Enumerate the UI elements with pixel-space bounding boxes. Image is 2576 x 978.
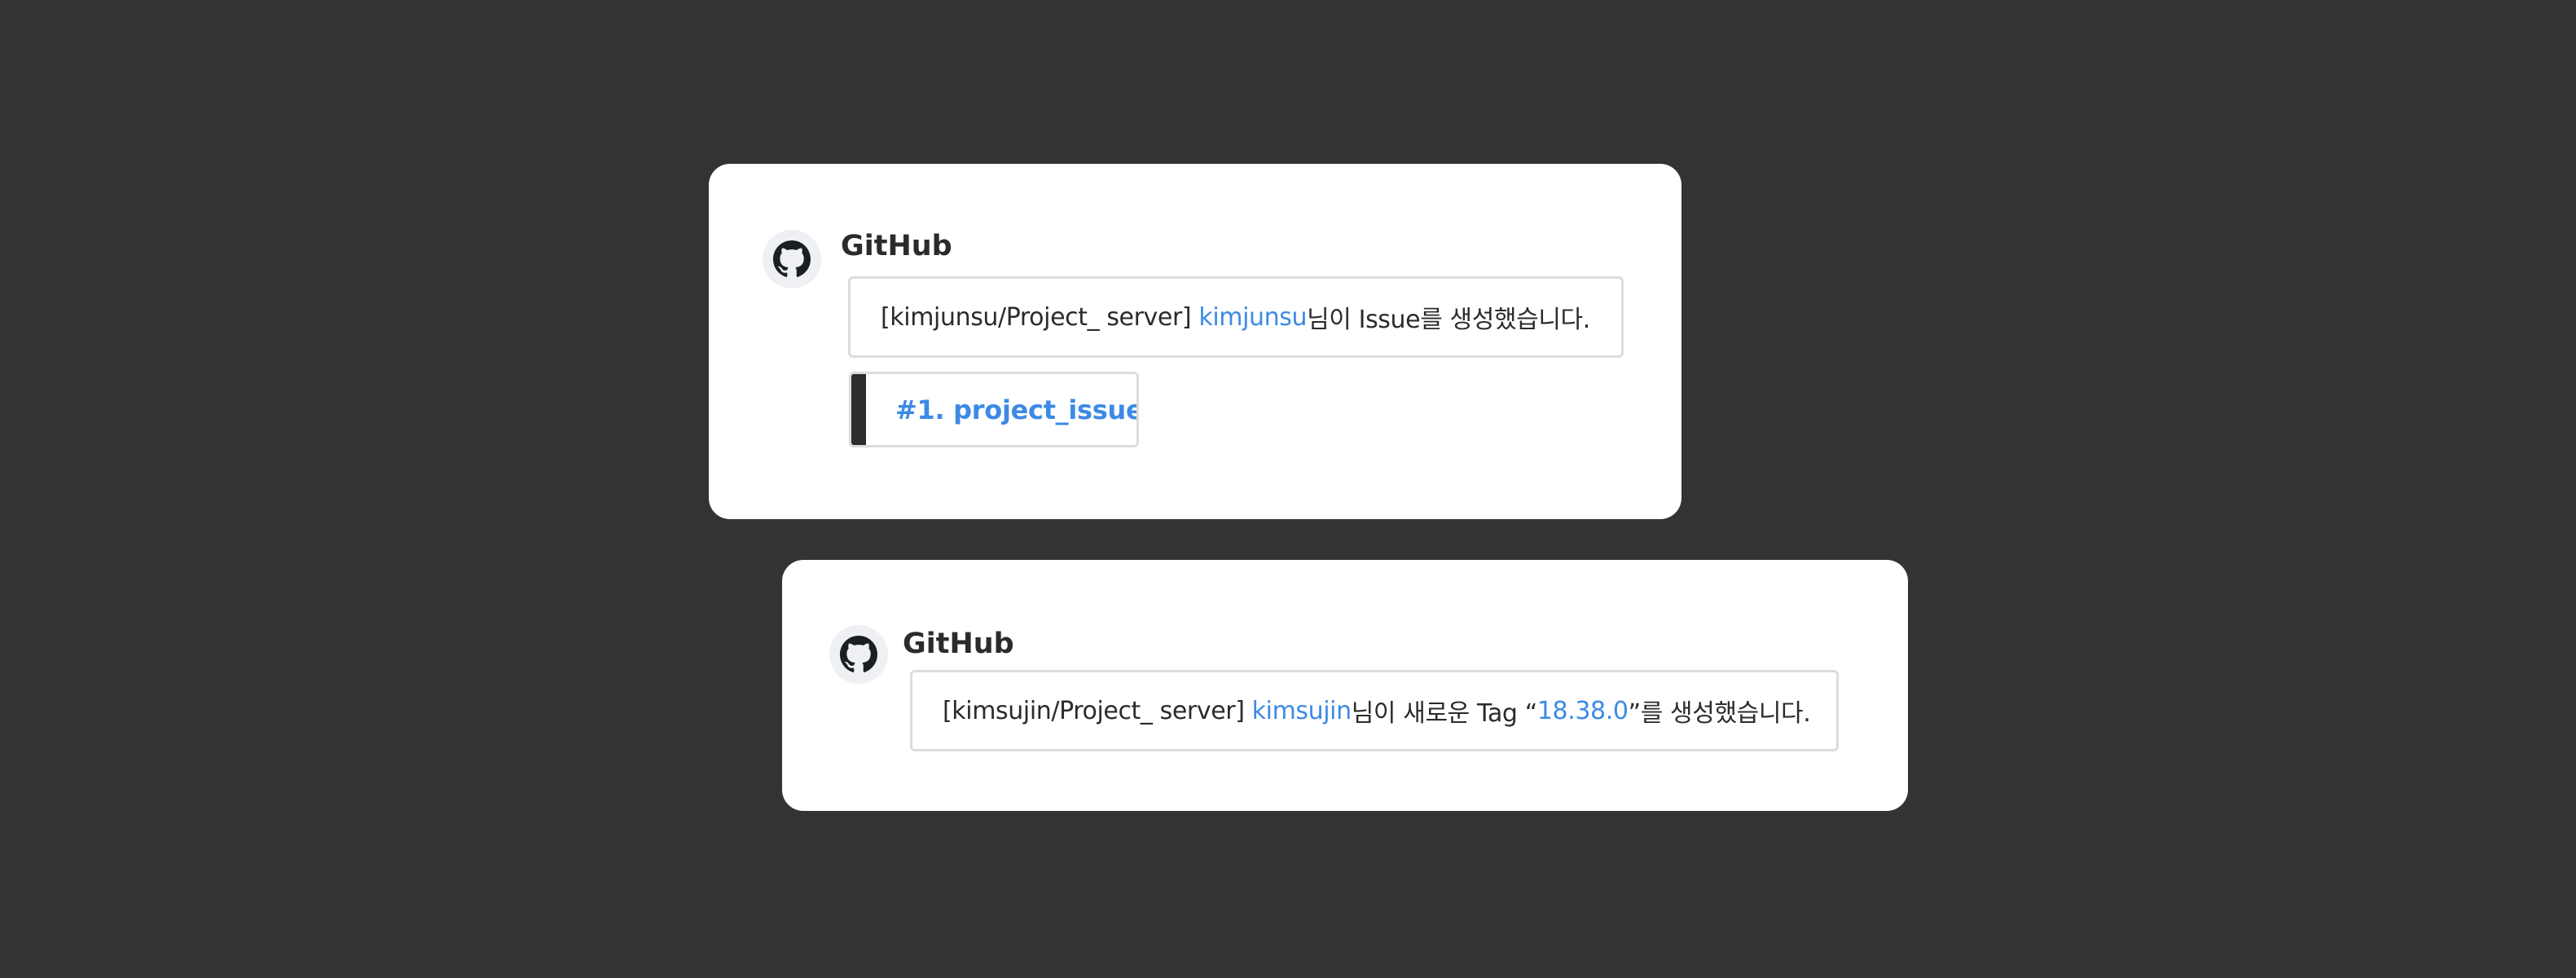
issue-title-link[interactable]: #1. project_issue [895,394,1136,425]
user-link[interactable]: kimsujin [1252,697,1352,725]
notification-card-issue: GitHub [kimjunsu/Project_ server] kimjun… [709,164,1681,519]
issue-accent-bar [851,374,866,445]
page: { "notifications": [ { "sender": "GitHub… [0,0,2576,978]
tag-link[interactable]: 18.38.0 [1537,697,1629,725]
repo-label: [kimjunsu/Project_ server] [881,302,1199,332]
sender-name: GitHub [841,230,952,262]
notification-message: [kimjunsu/Project_ server] kimjunsu 님이 Is… [848,276,1624,358]
repo-label: [kimsujin/Project_ server] [943,696,1252,725]
sender-name: GitHub [903,628,1014,660]
notification-message: [kimsujin/Project_ server] kimsujin 님이 새로… [910,670,1839,751]
github-avatar [829,625,888,684]
message-text: 님이 새로운 Tag “ [1351,699,1538,728]
github-icon [840,636,877,672]
github-icon [773,240,811,277]
github-avatar [763,230,821,289]
notification-card-tag: GitHub [kimsujin/Project_ server] kimsuj… [782,560,1908,811]
user-link[interactable]: kimjunsu [1198,303,1307,332]
message-text-end: ”를 생성했습니다. [1628,699,1811,728]
message-text: 님이 Issue를 생성했습니다. [1307,306,1590,334]
issue-attachment[interactable]: #1. project_issue [849,372,1139,447]
